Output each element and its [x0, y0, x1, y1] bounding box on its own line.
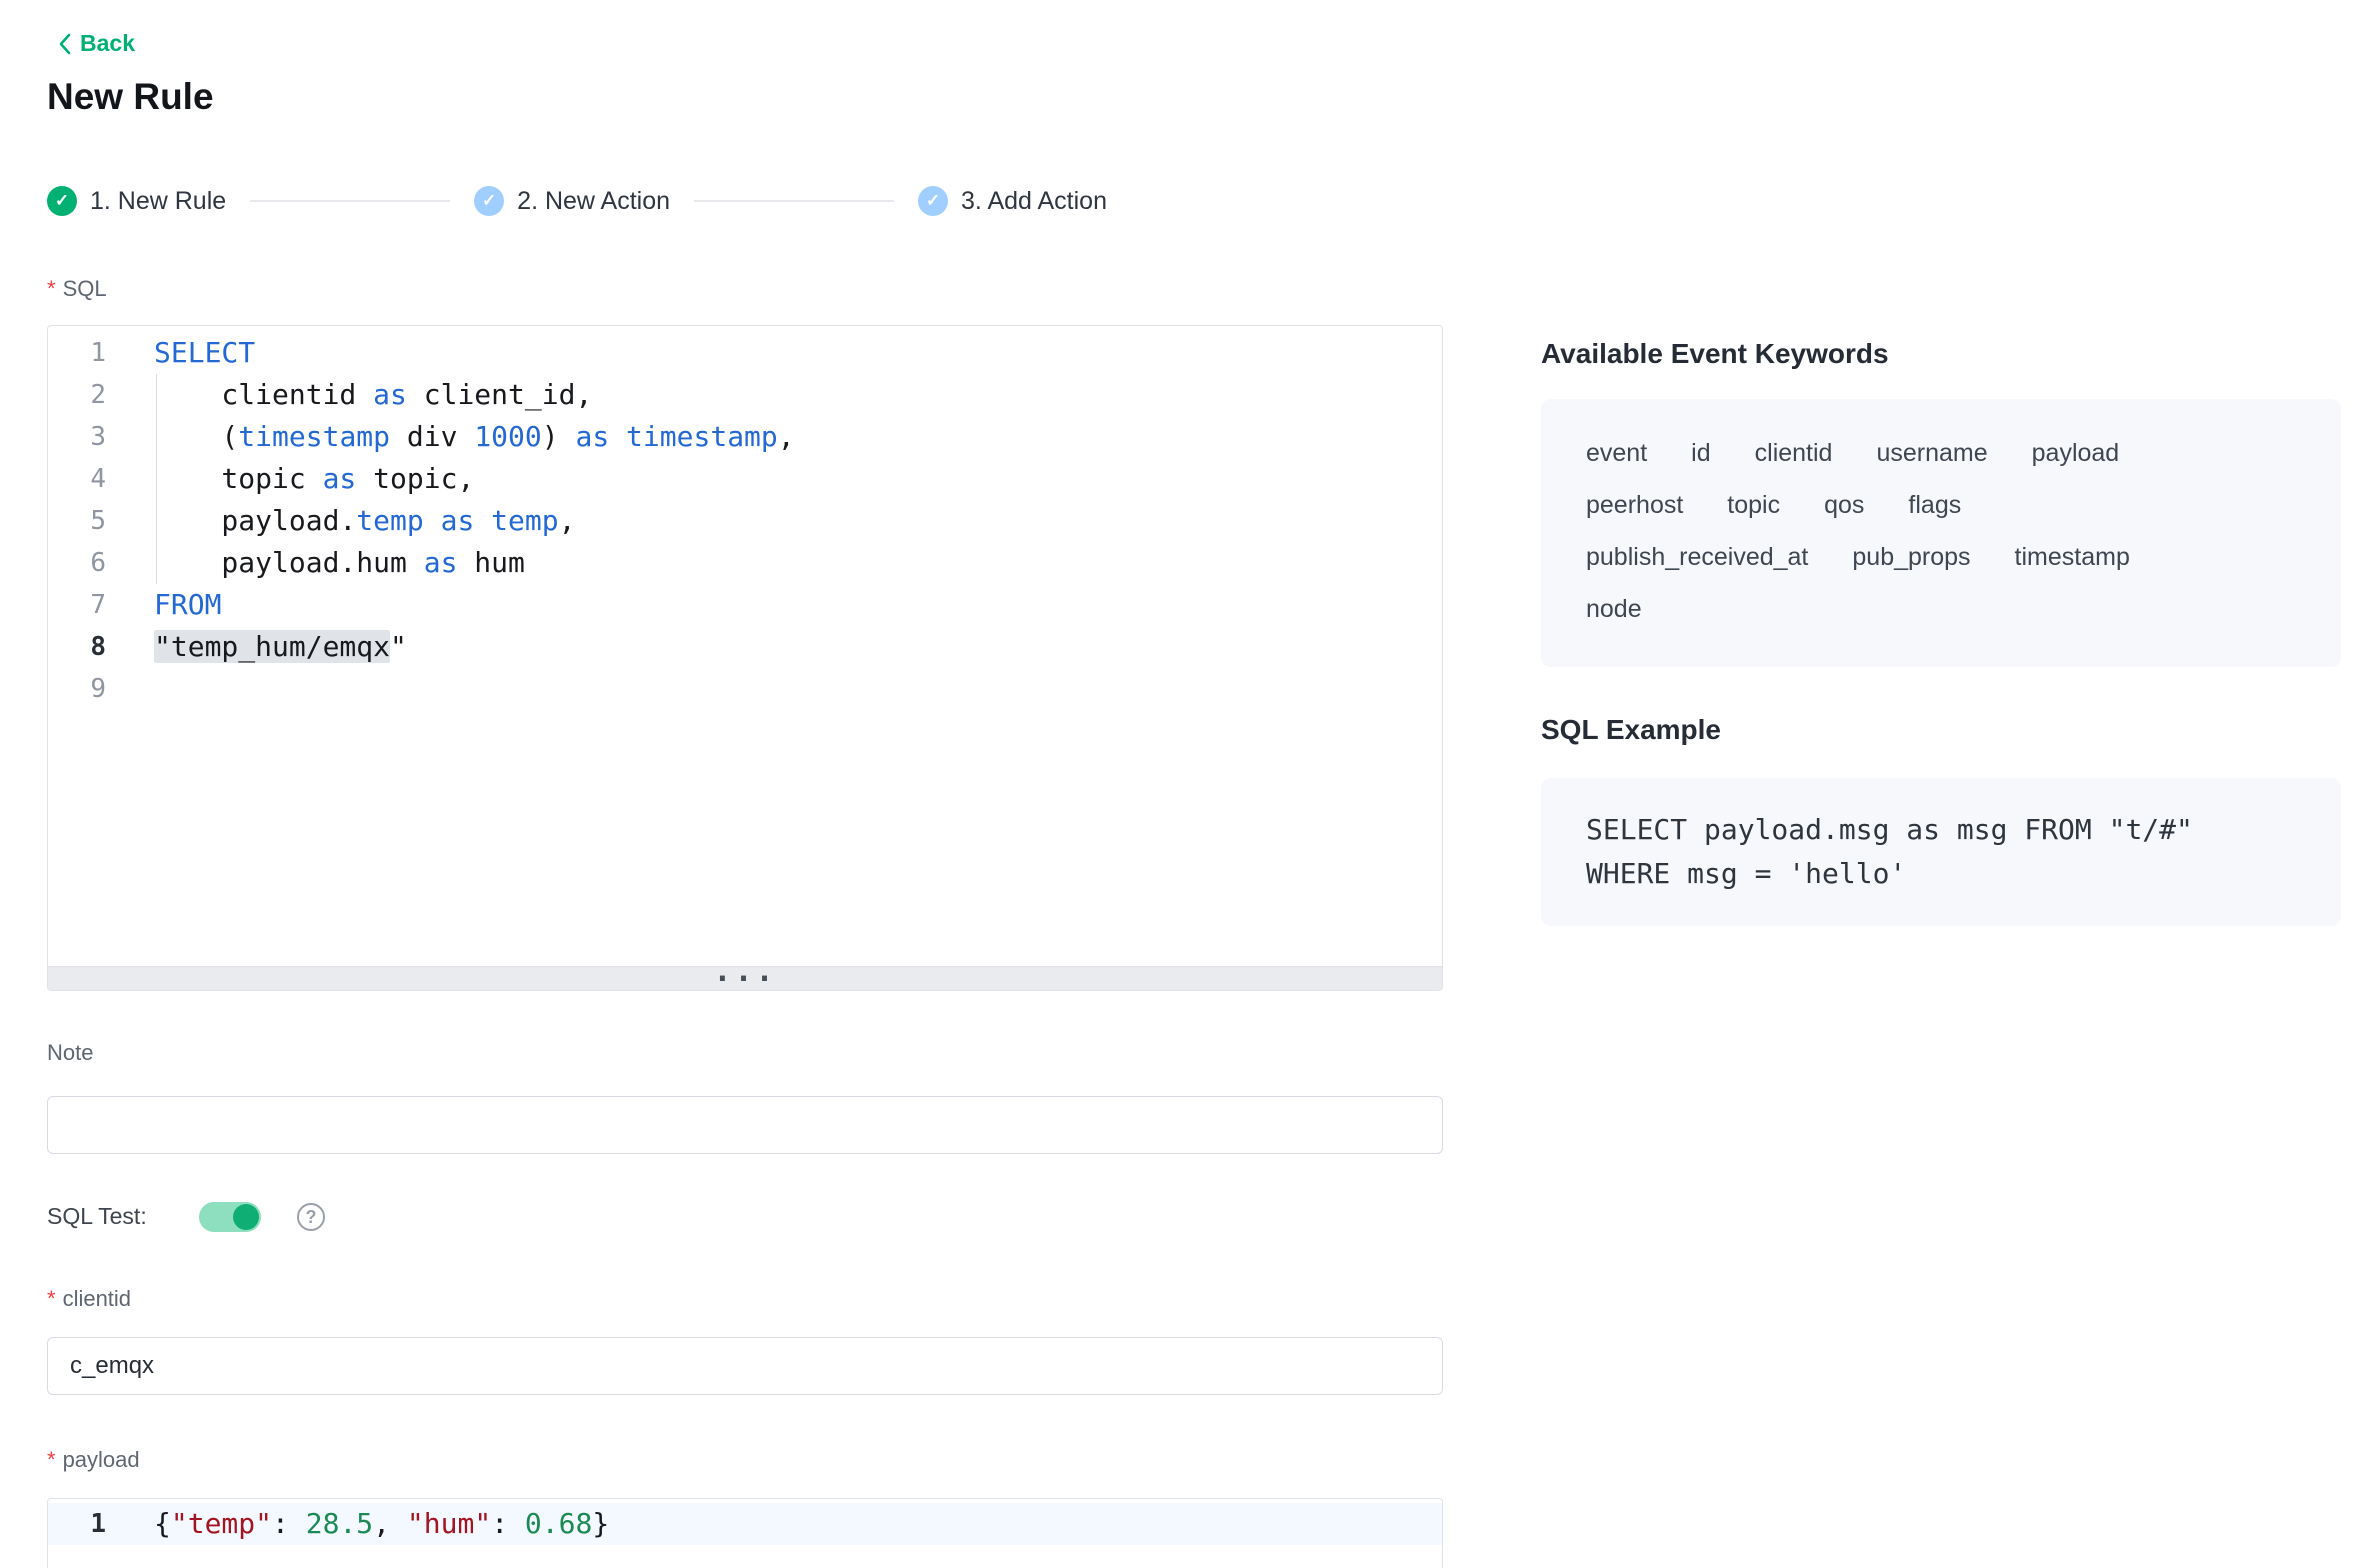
step-label: 2. New Action	[517, 187, 670, 216]
code-line: 3 (timestamp div 1000) as timestamp,	[48, 416, 1442, 458]
indent-guide	[156, 374, 157, 584]
code-text: clientid as client_id,	[132, 374, 1442, 416]
step-label: 1. New Rule	[90, 187, 226, 216]
page-title: New Rule	[47, 76, 214, 118]
resize-dots-icon: ...	[713, 954, 776, 989]
code-text: FROM	[132, 584, 1442, 626]
clientid-label-text: clientid	[63, 1286, 131, 1311]
line-number: 1	[48, 1503, 132, 1545]
keyword-item: flags	[1908, 491, 1961, 519]
keyword-item: pub_props	[1852, 543, 1970, 571]
step-label: 3. Add Action	[961, 187, 1107, 216]
keyword-row: peerhost topic qos flags	[1586, 481, 2296, 533]
back-link[interactable]: Back	[58, 30, 135, 57]
keyword-item: id	[1691, 439, 1710, 467]
keywords-box: event id clientid username payload peerhost to…	[1541, 399, 2341, 667]
keyword-row: publish_received_at pub_props timestamp	[1586, 533, 2296, 585]
line-number: 4	[48, 458, 132, 500]
step-1[interactable]: ✓ 1. New Rule	[47, 186, 226, 216]
note-field-label: Note	[47, 1040, 93, 1066]
step-3[interactable]: ✓ 3. Add Action	[918, 186, 1107, 216]
code-text: {"temp": 28.5, "hum": 0.68}	[132, 1503, 1442, 1545]
sql-field-label-text: SQL	[63, 276, 107, 301]
keyword-item: clientid	[1755, 439, 1833, 467]
sql-example-title: SQL Example	[1541, 714, 2341, 746]
line-number: 8	[48, 626, 132, 668]
code-text: topic as topic,	[132, 458, 1442, 500]
toggle-knob	[233, 1204, 259, 1230]
keyword-item: topic	[1727, 491, 1780, 519]
step-check-icon: ✓	[474, 186, 504, 216]
help-glyph: ?	[306, 1207, 317, 1228]
note-input[interactable]	[47, 1096, 1443, 1154]
step-connector	[694, 200, 894, 202]
sql-example-box: SELECT payload.msg as msg FROM "t/#"WHER…	[1541, 778, 2341, 926]
keyword-row: event id clientid username payload	[1586, 429, 2296, 481]
step-connector	[250, 200, 450, 202]
code-line: 1{"temp": 28.5, "hum": 0.68}	[48, 1503, 1442, 1545]
sql-example-line: WHERE msg = 'hello'	[1586, 852, 2296, 896]
line-number: 5	[48, 500, 132, 542]
clientid-field-label: * clientid	[47, 1286, 131, 1312]
sql-editor[interactable]: 1SELECT2 clientid as client_id,3 (timest…	[47, 325, 1443, 991]
code-line: 7FROM	[48, 584, 1442, 626]
step-check-icon: ✓	[918, 186, 948, 216]
keyword-item: node	[1586, 595, 1642, 623]
payload-label-text: payload	[63, 1447, 140, 1472]
keyword-item: qos	[1824, 491, 1864, 519]
code-text: payload.hum as hum	[132, 542, 1442, 584]
clientid-input[interactable]	[47, 1337, 1443, 1395]
keyword-item: username	[1876, 439, 1987, 467]
code-line: 8"temp_hum/emqx"	[48, 626, 1442, 668]
sql-test-label: SQL Test:	[47, 1203, 147, 1230]
sidebar: Available Event Keywords event id clientid…	[1541, 338, 2341, 926]
required-asterisk: *	[47, 1447, 56, 1472]
line-number: 1	[48, 332, 132, 374]
stepper: ✓ 1. New Rule ✓ 2. New Action ✓ 3. Add Action	[47, 185, 1107, 217]
required-asterisk: *	[47, 276, 56, 301]
sql-example-line: SELECT payload.msg as msg FROM "t/#"	[1586, 808, 2296, 852]
keyword-item: event	[1586, 439, 1647, 467]
keyword-item: timestamp	[2015, 543, 2130, 571]
line-number: 2	[48, 374, 132, 416]
help-icon[interactable]: ?	[297, 1203, 325, 1231]
code-line: 9	[48, 668, 1442, 710]
editor-resize-handle[interactable]: ...	[48, 966, 1442, 990]
back-label: Back	[80, 30, 135, 57]
required-asterisk: *	[47, 1286, 56, 1311]
line-number: 7	[48, 584, 132, 626]
keyword-item: peerhost	[1586, 491, 1683, 519]
code-text: "temp_hum/emqx"	[132, 626, 1442, 668]
keyword-row: node	[1586, 585, 2296, 637]
code-line: 5 payload.temp as temp,	[48, 500, 1442, 542]
code-line: 2 clientid as client_id,	[48, 374, 1442, 416]
back-chevron-icon	[58, 32, 72, 56]
payload-editor[interactable]: 1{"temp": 28.5, "hum": 0.68}	[47, 1498, 1443, 1568]
keyword-item: payload	[2032, 439, 2120, 467]
payload-field-label: * payload	[47, 1447, 140, 1473]
code-text: payload.temp as temp,	[132, 500, 1442, 542]
code-line: 6 payload.hum as hum	[48, 542, 1442, 584]
step-check-icon: ✓	[47, 186, 77, 216]
line-number: 6	[48, 542, 132, 584]
code-line: 4 topic as topic,	[48, 458, 1442, 500]
sql-test-toggle[interactable]	[199, 1202, 261, 1232]
code-text	[132, 668, 1442, 710]
line-number: 9	[48, 668, 132, 710]
keyword-item: publish_received_at	[1586, 543, 1808, 571]
code-text: SELECT	[132, 332, 1442, 374]
code-line: 1SELECT	[48, 332, 1442, 374]
line-number: 3	[48, 416, 132, 458]
keywords-title: Available Event Keywords	[1541, 338, 2341, 370]
step-2[interactable]: ✓ 2. New Action	[474, 186, 670, 216]
sql-field-label: * SQL	[47, 276, 107, 302]
code-text: (timestamp div 1000) as timestamp,	[132, 416, 1442, 458]
